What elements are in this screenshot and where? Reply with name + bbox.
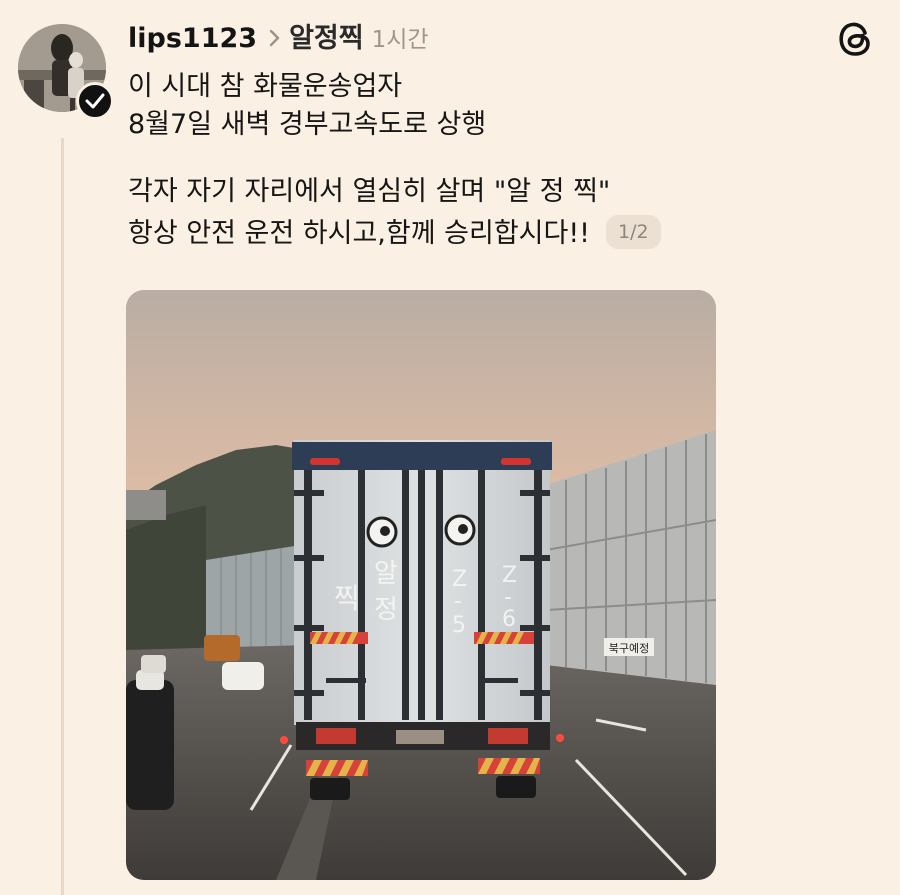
threads-logo-icon[interactable] [836, 19, 876, 59]
truck-text-left: 찍 [334, 582, 360, 615]
post-time: 1시간 [371, 27, 429, 53]
post-body: 이 시대 참 화물운송업자 8월7일 새벽 경부고속도로 상행 각자 자기 자리… [128, 68, 788, 253]
post-line-4: 항상 안전 운전 하시고,함께 승리합시다!! [128, 218, 590, 249]
post-line-1: 이 시대 참 화물운송업자 [128, 71, 403, 102]
truck-photo: 북구예정 찍 알 정 Z - 5 Z - 6 [126, 290, 716, 880]
check-icon [85, 93, 105, 109]
post-photo[interactable]: 북구예정 찍 알 정 Z - 5 Z - 6 [126, 290, 716, 880]
truck-text-col3-2: - [454, 589, 462, 614]
road-sign-text: 북구예정 [609, 642, 649, 655]
username-link[interactable]: lips1123 [128, 23, 257, 54]
truck-text-mid-2: 정 [374, 595, 398, 625]
truck-text-mid-1: 알 [374, 559, 398, 589]
topic-link[interactable]: 알정찍 [289, 16, 364, 55]
post-line-3: 각자 자기 자리에서 열심히 살며 "알 정 찍" [128, 176, 611, 207]
truck-text-col4-3: 6 [502, 607, 516, 632]
post-header: lips1123 알정찍 1시간 [128, 16, 429, 55]
truck-text-col3-3: 5 [452, 613, 466, 638]
post-line-2: 8월7일 새벽 경부고속도로 상행 [128, 109, 487, 140]
chevron-right-icon [269, 25, 281, 53]
verified-badge [76, 82, 114, 120]
thread-line [61, 138, 64, 895]
page-indicator: 1/2 [606, 214, 661, 249]
